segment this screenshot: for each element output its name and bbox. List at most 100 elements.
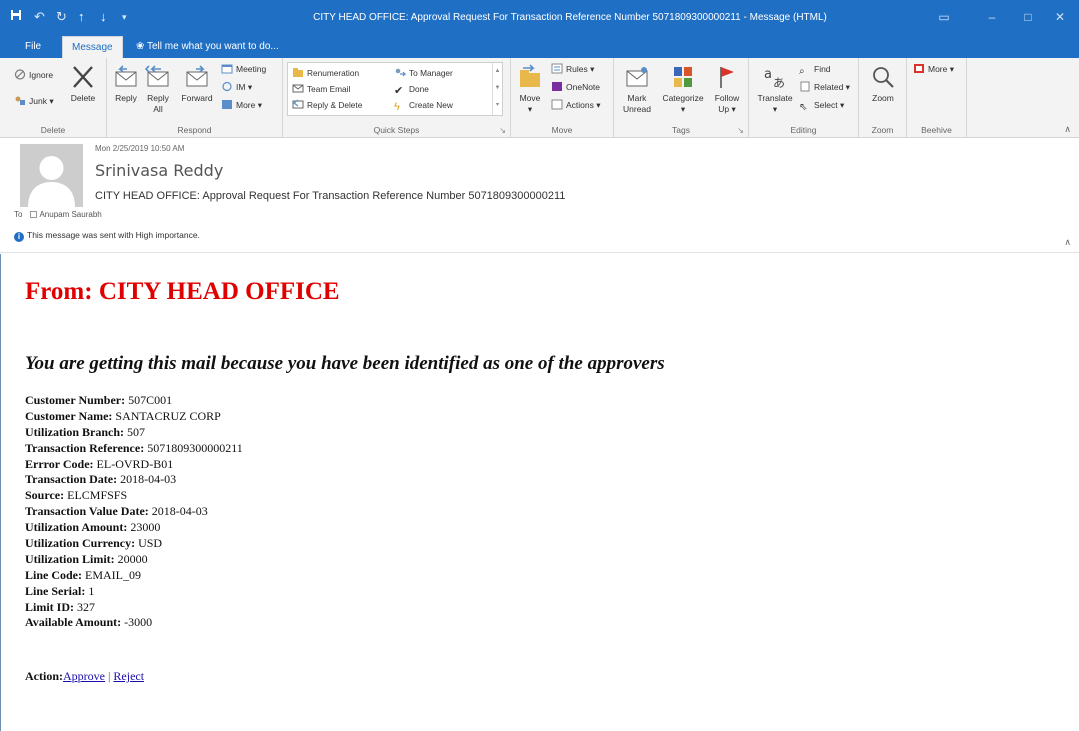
quick-step-label: To Manager [409, 68, 453, 78]
lightning-icon: ϟ [394, 101, 400, 113]
zoom-button[interactable]: Zoom [865, 64, 901, 104]
lightbulb-icon: ❀ [136, 41, 147, 52]
approve-link[interactable]: Approve [63, 669, 105, 683]
select-button[interactable]: ⇖ Select ▾ [799, 98, 844, 113]
previous-item-icon[interactable]: ↑ [78, 9, 85, 25]
actions-icon [551, 99, 563, 110]
ignore-label: Ignore [29, 70, 54, 80]
quick-step-done[interactable]: ✔ Done [394, 82, 429, 97]
collapse-ribbon-icon[interactable]: ∧ [1064, 124, 1071, 135]
sender-name[interactable]: Srinivasa Reddy [95, 161, 223, 180]
translate-button[interactable]: aあ Translate ▾ [753, 64, 797, 115]
rules-button[interactable]: Rules ▾ [551, 62, 594, 76]
quick-step-team-email[interactable]: Team Email [292, 82, 350, 96]
tell-me-search[interactable]: ❀ Tell me what you want to do... [136, 36, 279, 58]
detail-label: Utilization Amount: [25, 520, 128, 535]
quick-step-label: Reply & Delete [307, 100, 363, 110]
detail-value: 2018-04-03 [148, 504, 208, 519]
forward-button[interactable]: Forward [177, 64, 217, 104]
follow-up-label-1: Follow [714, 93, 740, 103]
tags-launcher-icon[interactable]: ↘ [737, 126, 744, 135]
quick-step-to-manager[interactable]: To Manager [394, 66, 453, 80]
svg-text:a: a [764, 67, 772, 82]
actions-label: Actions [566, 100, 594, 110]
junk-label: Junk [29, 96, 47, 106]
detail-value: 1 [85, 583, 95, 598]
detail-row: Errror Code: EL-OVRD-B01 [25, 457, 243, 473]
meeting-icon [221, 64, 233, 74]
delete-group-label: Delete [40, 125, 66, 135]
quick-step-create-new[interactable]: ϟ Create New [394, 98, 453, 113]
svg-text:あ: あ [773, 76, 785, 90]
onenote-label: OneNote [566, 82, 601, 92]
beehive-more-button[interactable]: More ▾ [913, 62, 954, 76]
forward-label: Forward [181, 93, 213, 103]
mark-unread-icon [626, 67, 648, 87]
message-date: Mon 2/25/2019 10:50 AM [95, 144, 185, 153]
cursor-icon: ⇖ [799, 102, 808, 113]
delete-label: Delete [70, 93, 96, 103]
respond-more-button[interactable]: More ▾ [221, 98, 262, 112]
action-label: Action: [25, 669, 63, 683]
detail-row: Transaction Value Date: 2018-04-03 [25, 504, 243, 520]
ignore-button[interactable]: Ignore [14, 68, 53, 82]
delete-button[interactable]: Delete [64, 64, 102, 104]
detail-value: 20000 [114, 551, 148, 566]
detail-label: Utilization Currency: [25, 536, 136, 551]
message-body: From: CITY HEAD OFFICE You are getting t… [0, 254, 1079, 731]
next-item-icon[interactable]: ↓ [100, 9, 107, 25]
detail-value: EL-OVRD-B01 [93, 456, 174, 471]
im-label: IM [236, 82, 246, 92]
save-icon[interactable] [10, 9, 22, 25]
detail-label: Errror Code: [25, 456, 94, 471]
tab-message[interactable]: Message [62, 36, 123, 58]
reject-link[interactable]: Reject [113, 669, 144, 683]
follow-up-button[interactable]: Follow Up ▾ [710, 64, 744, 115]
redo-icon[interactable]: ↻ [56, 9, 67, 25]
detail-label: Customer Number: [25, 393, 126, 407]
meeting-button[interactable]: Meeting [221, 62, 266, 76]
recipient-name[interactable]: Anupam Saurabh [39, 210, 101, 219]
quick-steps-scroll[interactable]: ▲ ▼ ▾ [492, 63, 502, 115]
importance-text: This message was sent with High importan… [27, 230, 200, 240]
move-button[interactable]: Move ▾ [515, 64, 545, 115]
detail-row: Line Code: EMAIL_09 [25, 568, 243, 584]
close-icon[interactable]: ✕ [1046, 6, 1074, 28]
maximize-icon[interactable]: □ [1014, 6, 1042, 28]
undo-icon[interactable]: ↶ [34, 9, 45, 25]
junk-button[interactable]: Junk ▾ [14, 94, 54, 108]
im-button[interactable]: IM ▾ [221, 80, 252, 94]
detail-value: 507C001 [125, 393, 173, 407]
im-icon [222, 81, 232, 92]
move-group: Move ▾ Rules ▾ OneNote Actions ▾ Move [511, 58, 614, 138]
related-button[interactable]: Related ▾ [799, 80, 850, 94]
tags-group: Mark Unread Categorize ▾ Follow Up ▾ Tags ↘ [614, 58, 749, 138]
onenote-button[interactable]: OneNote [551, 80, 600, 94]
reply-delete-icon [292, 99, 304, 109]
quick-step-renumeration[interactable]: Renumeration [292, 66, 359, 80]
quick-step-reply-delete[interactable]: Reply & Delete [292, 98, 362, 112]
detail-row: Transaction Date: 2018-04-03 [25, 472, 243, 488]
respond-group: Reply Reply All Forward Meeting IM ▾ More… [107, 58, 283, 138]
follow-up-flag-icon [720, 67, 734, 88]
actions-button[interactable]: Actions ▾ [551, 98, 601, 112]
tab-file[interactable]: File [16, 36, 50, 58]
move-folder-icon [520, 64, 540, 87]
quick-steps-launcher-icon[interactable]: ↘ [499, 126, 506, 135]
action-line: Action:Approve | Reject [25, 669, 144, 684]
to-manager-icon [395, 68, 406, 77]
collapse-header-icon[interactable]: ∧ [1064, 237, 1071, 248]
customize-toolbar-icon[interactable]: ▾ [122, 9, 127, 25]
find-button[interactable]: ⌕ Find [799, 62, 831, 77]
ribbon-display-icon[interactable]: ▭ [930, 6, 958, 28]
minimize-icon[interactable]: – [978, 6, 1006, 28]
detail-value: 507 [124, 424, 145, 439]
title-bar: ↶ ↻ ↑ ↓ ▾ CITY HEAD OFFICE: Approval Req… [0, 0, 1079, 36]
importance-notice: i This message was sent with High importa… [14, 230, 200, 242]
categorize-button[interactable]: Categorize ▾ [658, 64, 708, 115]
mark-unread-button[interactable]: Mark Unread [618, 64, 656, 115]
team-email-icon [292, 84, 304, 93]
rules-label: Rules [566, 64, 588, 74]
reply-button[interactable]: Reply [111, 64, 141, 104]
reply-all-button[interactable]: Reply All [143, 64, 173, 115]
